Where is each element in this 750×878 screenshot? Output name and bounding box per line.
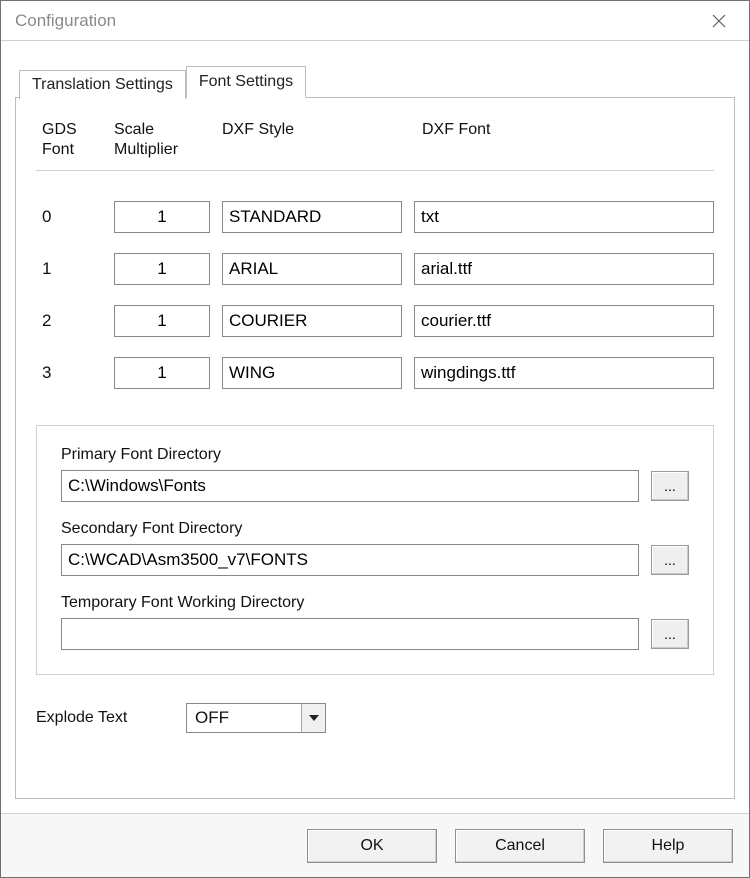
primary-font-directory-row: ... (61, 470, 689, 502)
dxf-style-input[interactable] (222, 253, 402, 285)
column-header-dxf-style: DXF Style (222, 120, 422, 140)
configuration-window: Configuration Translation Settings Font … (0, 0, 750, 878)
temporary-font-directory-row: ... (61, 618, 689, 650)
secondary-font-directory-label: Secondary Font Directory (61, 520, 689, 538)
font-row: 0 (42, 201, 714, 233)
primary-font-directory-label: Primary Font Directory (61, 446, 689, 464)
scale-multiplier-input[interactable] (114, 253, 210, 285)
dxf-style-input[interactable] (222, 201, 402, 233)
column-header-scale-multiplier: Scale Multiplier (114, 120, 222, 160)
ok-button[interactable]: OK (307, 829, 437, 863)
chevron-down-icon (301, 704, 325, 732)
browse-temporary-button[interactable]: ... (651, 619, 689, 649)
temporary-font-directory-input[interactable] (61, 618, 639, 650)
dialog-footer: OK Cancel Help (1, 813, 749, 877)
dxf-font-input[interactable] (414, 201, 714, 233)
titlebar: Configuration (1, 1, 749, 41)
scale-multiplier-input[interactable] (114, 357, 210, 389)
dxf-font-input[interactable] (414, 357, 714, 389)
window-title: Configuration (13, 11, 116, 31)
column-header-dxf-font: DXF Font (422, 120, 708, 140)
column-headers: GDS Font Scale Multiplier DXF Style DXF … (36, 120, 714, 171)
explode-text-row: Explode Text OFF (36, 703, 714, 733)
scale-multiplier-input[interactable] (114, 201, 210, 233)
dxf-font-input[interactable] (414, 305, 714, 337)
client-area: Translation Settings Font Settings GDS F… (1, 41, 749, 813)
font-row: 1 (42, 253, 714, 285)
gds-font-index: 2 (42, 311, 114, 331)
tab-strip: Translation Settings Font Settings (19, 65, 735, 97)
tab-font-settings[interactable]: Font Settings (186, 66, 306, 98)
gds-font-index: 0 (42, 207, 114, 227)
dxf-style-input[interactable] (222, 305, 402, 337)
browse-secondary-button[interactable]: ... (651, 545, 689, 575)
font-row: 2 (42, 305, 714, 337)
column-header-gds-font: GDS Font (42, 120, 114, 160)
explode-text-value: OFF (187, 708, 301, 728)
tab-translation-settings[interactable]: Translation Settings (19, 70, 186, 99)
cancel-button[interactable]: Cancel (455, 829, 585, 863)
explode-text-select[interactable]: OFF (186, 703, 326, 733)
help-button[interactable]: Help (603, 829, 733, 863)
font-directories-panel: Primary Font Directory ... Secondary Fon… (36, 425, 714, 675)
primary-font-directory-input[interactable] (61, 470, 639, 502)
close-icon (712, 14, 726, 28)
secondary-font-directory-input[interactable] (61, 544, 639, 576)
scale-multiplier-input[interactable] (114, 305, 210, 337)
tab-page-font-settings: GDS Font Scale Multiplier DXF Style DXF … (15, 97, 735, 799)
gds-font-index: 3 (42, 363, 114, 383)
secondary-font-directory-row: ... (61, 544, 689, 576)
dxf-font-input[interactable] (414, 253, 714, 285)
close-button[interactable] (699, 1, 739, 41)
gds-font-index: 1 (42, 259, 114, 279)
font-row: 3 (42, 357, 714, 389)
explode-text-label: Explode Text (36, 709, 186, 727)
temporary-font-directory-label: Temporary Font Working Directory (61, 594, 689, 612)
dxf-style-input[interactable] (222, 357, 402, 389)
browse-primary-button[interactable]: ... (651, 471, 689, 501)
font-rows: 0 1 2 3 (36, 201, 714, 409)
